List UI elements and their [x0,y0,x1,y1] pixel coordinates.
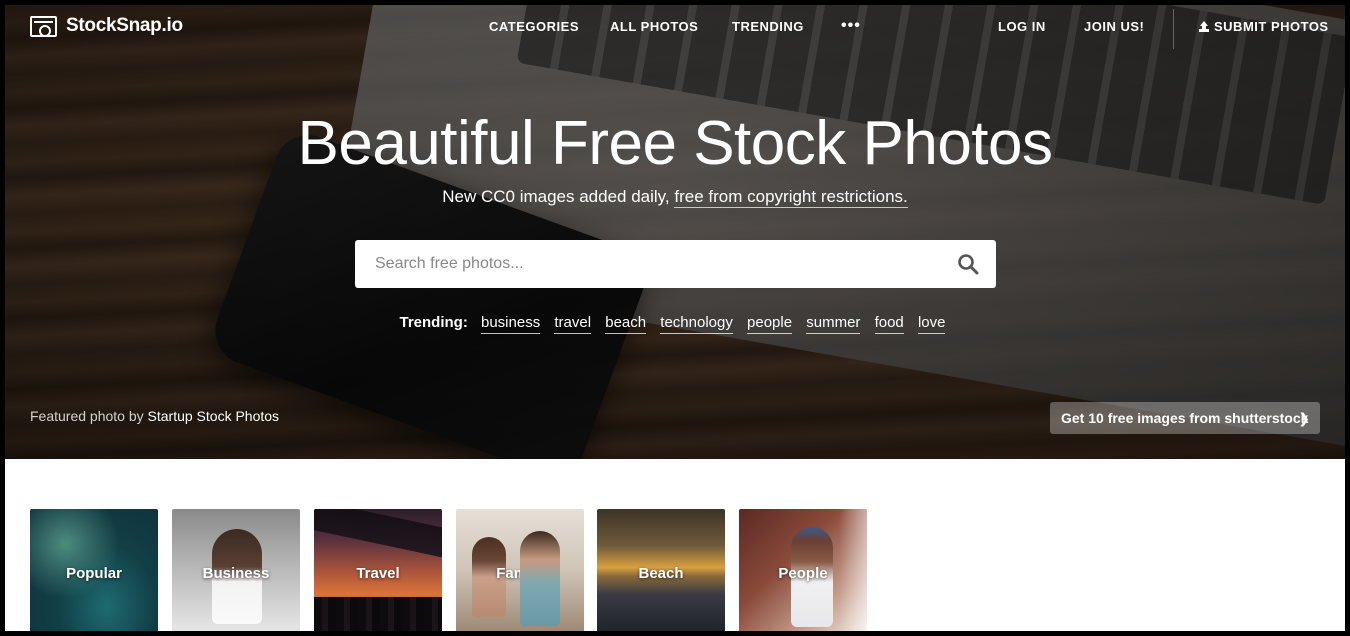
shutterstock-button[interactable]: Get 10 free images from shutterstock ❯ [1050,402,1320,434]
hero-subtitle: New CC0 images added daily, free from co… [5,187,1345,208]
featured-credit: Featured photo by Startup Stock Photos [30,408,279,424]
hero: StockSnap.io CATEGORIES ALL PHOTOS TREND… [5,5,1345,459]
trending-tags: Trending: business travel beach technolo… [5,314,1345,334]
hero-subtitle-text: New CC0 images added daily, [442,187,670,206]
nav-all-photos[interactable]: ALL PHOTOS [610,19,698,34]
category-tile-beach[interactable]: Beach [597,509,725,631]
trending-tag[interactable]: food [874,314,904,334]
trending-tag[interactable]: beach [605,314,647,334]
category-label: Travel [356,564,400,582]
search-input[interactable] [355,240,940,288]
nav-trending[interactable]: TRENDING [732,19,804,34]
category-label: Beach [638,564,684,582]
category-tile-family[interactable]: Family [456,509,584,631]
trending-tag[interactable]: travel [554,314,592,334]
category-label: People [778,564,828,582]
nav-categories[interactable]: CATEGORIES [489,19,579,34]
featured-prefix: Featured photo by [30,408,144,424]
submit-photos-label: SUBMIT PHOTOS [1214,19,1329,34]
submit-photos-button[interactable]: SUBMIT PHOTOS [1199,19,1329,34]
category-label: Popular [66,564,122,582]
logo[interactable]: StockSnap.io [30,15,183,37]
upload-icon [1199,21,1209,32]
nav-log-in[interactable]: LOG IN [998,19,1046,34]
trending-tag[interactable]: people [747,314,793,334]
logo-text: StockSnap.io [66,15,183,36]
category-label: Family [496,564,544,582]
nav-divider [1173,9,1174,49]
more-menu-icon[interactable]: ••• [841,17,861,35]
copyright-link[interactable]: free from copyright restrictions. [674,187,908,208]
category-label: Business [202,564,270,582]
shutterstock-label: Get 10 free images from shutterstock [1061,410,1309,426]
trending-tag[interactable]: summer [806,314,861,334]
camera-icon [30,15,57,37]
category-tile-travel[interactable]: Travel [314,509,442,631]
trending-tag[interactable]: technology [660,314,733,334]
trending-tag[interactable]: love [917,314,946,334]
search-button[interactable] [940,240,996,288]
hero-title: Beautiful Free Stock Photos [297,109,1053,178]
category-tile-business[interactable]: Business [172,509,300,631]
trending-tag[interactable]: business [481,314,541,334]
category-tile-popular[interactable]: Popular [30,509,158,631]
chevron-right-icon: ❯ [1298,410,1310,426]
page: StockSnap.io CATEGORIES ALL PHOTOS TREND… [5,5,1345,631]
search-icon [958,254,979,275]
featured-author-link[interactable]: Startup Stock Photos [148,408,280,424]
carousel-fade [839,509,889,631]
nav-join[interactable]: JOIN US! [1084,19,1144,34]
search-bar [355,240,996,288]
trending-label: Trending: [399,314,468,331]
